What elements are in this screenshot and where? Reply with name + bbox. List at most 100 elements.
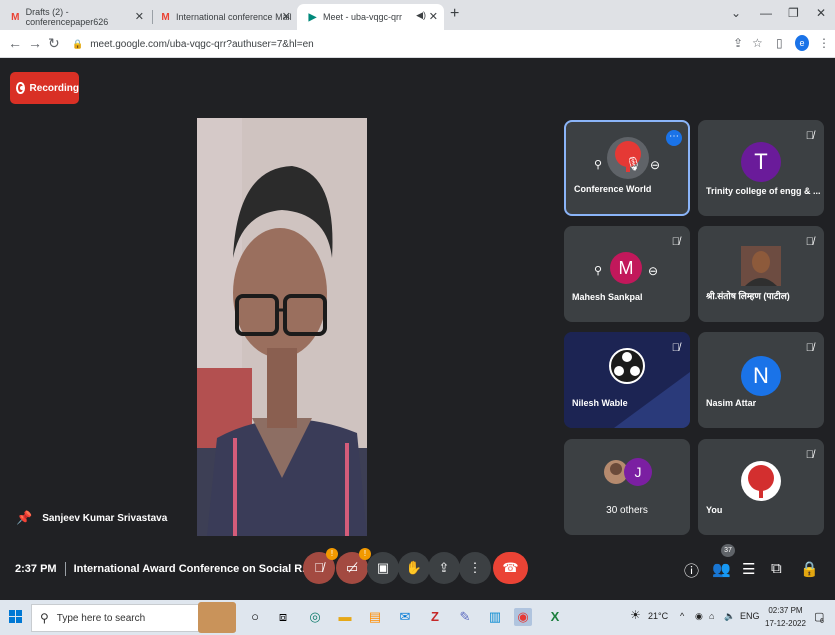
- participant-tile-trinity[interactable]: 🎙̸ T Trinity college of engg & ...: [698, 120, 824, 216]
- activities-icon[interactable]: ⧉: [771, 560, 782, 577]
- meeting-info-icon[interactable]: ⓘ: [684, 560, 699, 581]
- avatar-t: T: [741, 142, 781, 182]
- forward-icon[interactable]: →: [28, 35, 42, 51]
- raise-hand-button[interactable]: ✋: [398, 552, 430, 584]
- maximize-button[interactable]: ❐: [788, 6, 799, 20]
- excel-icon[interactable]: X: [546, 608, 564, 626]
- filezilla-icon[interactable]: Z: [426, 608, 444, 626]
- mic-icon[interactable]: 🎙: [625, 156, 642, 172]
- pin-icon[interactable]: 📌: [16, 510, 32, 526]
- main-speaker-video: [197, 118, 367, 536]
- tab-label: International conference Mail: [176, 12, 292, 22]
- chat-icon[interactable]: ☰: [742, 560, 755, 578]
- meeting-details: 2:37 PM International Award Conference o…: [15, 562, 311, 576]
- side-panel-icon[interactable]: ▯: [776, 36, 783, 50]
- edge-icon[interactable]: ◎: [306, 608, 324, 626]
- weather-temperature[interactable]: 21°C: [648, 611, 668, 621]
- pin-icon[interactable]: ⚲: [594, 158, 602, 171]
- tree-logo-icon: [741, 461, 781, 501]
- others-count-label: 30 others: [606, 505, 648, 516]
- reload-icon[interactable]: ↻: [48, 35, 60, 52]
- present-button[interactable]: ⇪: [428, 552, 460, 584]
- windows-taskbar: ⚲ Type here to search ○ ⧈ ◎ ▬ ▤ ✉ Z ✎ ▥ …: [0, 600, 835, 635]
- minimize-button[interactable]: —: [760, 6, 772, 20]
- camera-toggle-button[interactable]: ▭̸ !: [336, 548, 371, 584]
- present-icon: ⇪: [438, 560, 450, 575]
- participant-tile-conference-world[interactable]: ⚲ 🎙 ⊖ ⋯ Conference World: [564, 120, 690, 216]
- mail-icon[interactable]: ✉: [396, 608, 414, 626]
- participant-tile-mahesh[interactable]: 🎙̸ ⚲ M ⊖ Mahesh Sankpal: [564, 226, 690, 322]
- new-tab-button[interactable]: +: [450, 5, 459, 23]
- menu-icon[interactable]: ⋮: [818, 36, 830, 50]
- more-options-button[interactable]: ⋮: [459, 552, 491, 584]
- close-icon[interactable]: ✕: [282, 10, 291, 23]
- language-indicator[interactable]: ENG: [740, 611, 760, 621]
- cortana-icon[interactable]: ○: [246, 608, 264, 626]
- search-placeholder: Type here to search: [56, 612, 146, 624]
- host-controls-icon[interactable]: 🔒: [800, 560, 819, 578]
- tab-meet[interactable]: ▶ Meet - uba-vqgc-qrr ◀) ✕: [297, 4, 444, 30]
- pin-icon[interactable]: ⚲: [594, 264, 602, 277]
- hand-icon: ✋: [405, 560, 423, 575]
- people-icon[interactable]: 👥: [712, 560, 731, 578]
- mic-off-icon: 🎙̸: [805, 342, 814, 354]
- participant-tile-others[interactable]: J 30 others: [564, 439, 690, 535]
- captions-button[interactable]: ▣: [367, 552, 399, 584]
- close-icon[interactable]: ✕: [429, 10, 438, 23]
- recording-indicator[interactable]: Recording: [10, 72, 79, 104]
- notification-count: 6: [820, 618, 824, 625]
- share-icon[interactable]: ⇪: [733, 36, 743, 50]
- recording-label: Recording: [29, 82, 79, 94]
- mic-off-icon: 🎙̸: [314, 560, 324, 575]
- remove-icon[interactable]: ⊖: [648, 264, 658, 278]
- volume-icon[interactable]: 🔈: [724, 611, 735, 622]
- tab-search-icon[interactable]: ⌄: [731, 6, 741, 20]
- profile-avatar[interactable]: e: [795, 35, 809, 51]
- task-view-icon[interactable]: ⧈: [274, 608, 292, 626]
- participant-name: Nasim Attar: [706, 398, 757, 408]
- leave-call-button[interactable]: ☎: [493, 552, 528, 584]
- gmail-icon: M: [161, 11, 170, 23]
- bookmark-star-icon[interactable]: ☆: [752, 36, 763, 50]
- network-icon[interactable]: ⌂: [709, 611, 714, 621]
- meet-icon: ▶: [308, 11, 317, 23]
- power-icon[interactable]: ◉: [695, 611, 703, 622]
- search-highlight-image: [198, 602, 236, 633]
- participant-tile-nasim[interactable]: 🎙̸ N Nasim Attar: [698, 332, 824, 428]
- chevron-up-icon[interactable]: ^: [680, 611, 684, 621]
- mic-toggle-button[interactable]: 🎙̸ !: [303, 548, 338, 584]
- taskbar-clock[interactable]: 02:37 PM 17-12-2022: [765, 604, 806, 630]
- url-input[interactable]: 🔒 meet.google.com/uba-vqgc-qrr?authuser=…: [66, 33, 726, 55]
- remove-icon[interactable]: ⊖: [650, 158, 660, 172]
- mic-off-icon: 🎙̸: [805, 449, 814, 461]
- more-options-icon[interactable]: ⋯: [666, 130, 682, 146]
- participant-photo: [741, 246, 781, 286]
- tab-international-conference[interactable]: M International conference Mail ✕: [150, 4, 297, 30]
- tab-label: Drafts (2) - conferencepaper626: [25, 7, 109, 27]
- mic-off-icon: 🎙̸: [671, 236, 680, 248]
- speaker-icon[interactable]: ◀): [416, 10, 426, 21]
- captions-icon: ▣: [376, 560, 390, 575]
- chrome-icon[interactable]: ◉: [514, 608, 532, 626]
- lock-icon: 🔒: [72, 38, 84, 49]
- participant-name: श्री.संतोष लिम्हण (पाटील): [706, 291, 790, 301]
- participant-tile-santosh[interactable]: 🎙̸ श्री.संतोष लिम्हण (पाटील): [698, 226, 824, 322]
- windows-start-icon[interactable]: [9, 610, 23, 624]
- close-icon[interactable]: ✕: [135, 10, 144, 23]
- tab-drafts[interactable]: M Drafts (2) - conferencepaper626 ✕: [0, 4, 150, 30]
- meeting-control-bar: 2:37 PM International Award Conference o…: [0, 536, 835, 600]
- window-close-button[interactable]: ✕: [816, 6, 826, 20]
- participant-tile-you[interactable]: 🎙̸ You: [698, 439, 824, 535]
- tab-label: Meet - uba-vqgc-qrr: [323, 12, 403, 22]
- browser-tab-strip: M Drafts (2) - conferencepaper626 ✕ M In…: [0, 0, 835, 30]
- back-icon[interactable]: ←: [8, 35, 22, 51]
- avatar-j: J: [624, 458, 652, 486]
- meeting-time: 2:37 PM: [15, 563, 57, 575]
- participant-tile-nilesh[interactable]: 🎙̸ Nilesh Wable: [564, 332, 690, 428]
- speaker-name: Sanjeev Kumar Srivastava: [42, 512, 168, 524]
- notes-icon[interactable]: ▥: [486, 608, 504, 626]
- app-icon[interactable]: ✎: [456, 608, 474, 626]
- speaker-video-frame: [197, 118, 367, 536]
- file-explorer-icon[interactable]: ▬: [336, 608, 354, 626]
- store-icon[interactable]: ▤: [366, 608, 384, 626]
